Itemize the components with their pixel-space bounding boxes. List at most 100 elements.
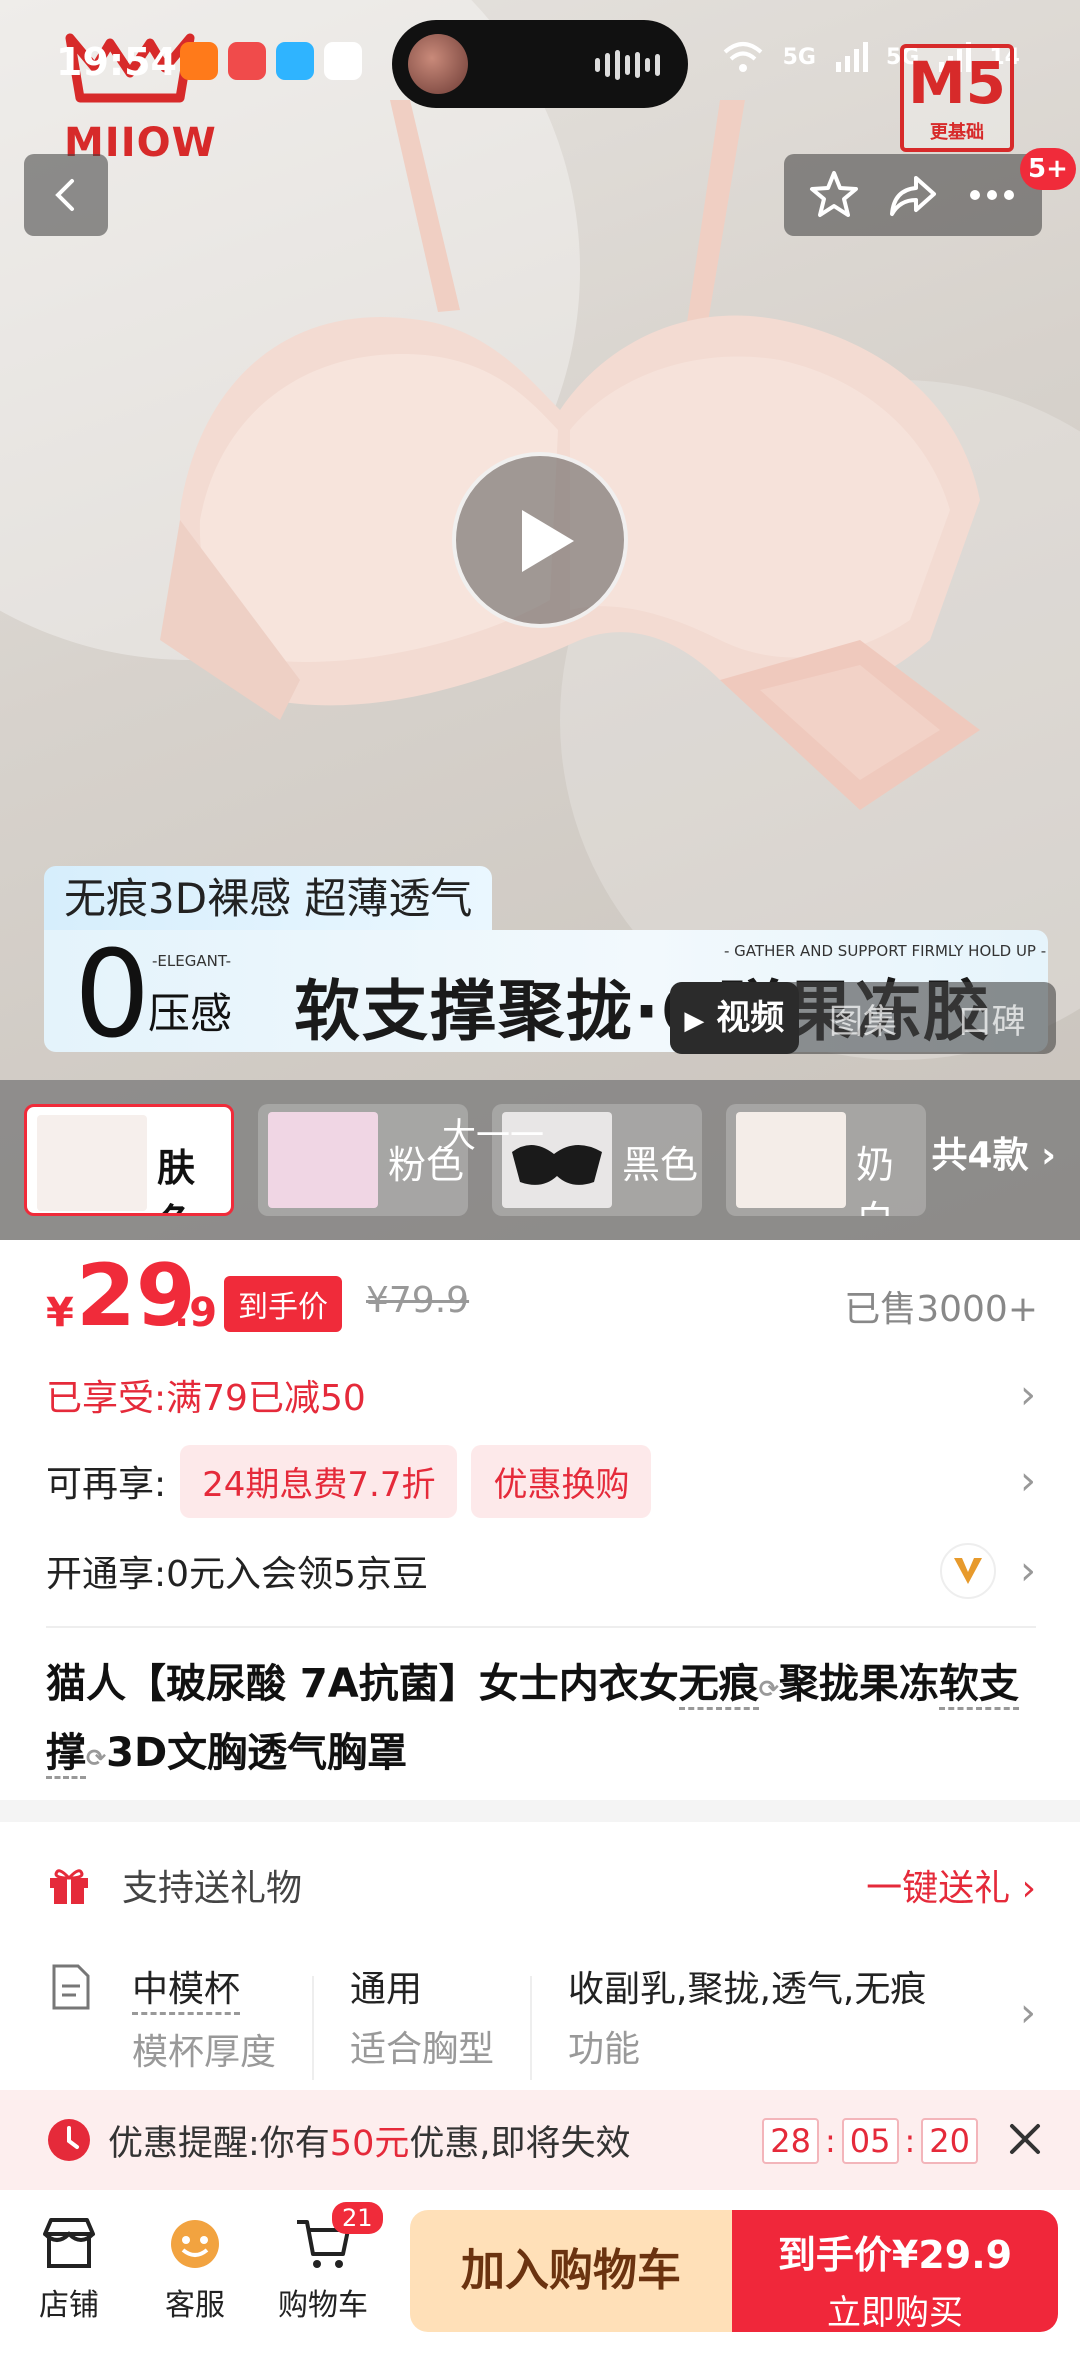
tab-video-label: 视频 [716, 998, 785, 1038]
product-page: MIIOW 19:54 5G 5G 14 M5 更基础 5+ 无痕3D裸感 超薄… [0, 0, 1080, 2376]
open-value: 0元入会领5京豆 [166, 1554, 428, 1595]
enjoyed-label: 已享受: [46, 1378, 167, 1419]
sold-count: 已售3000+ [844, 1289, 1038, 1330]
title-part: 猫人【玻尿酸 7A抗菌】女士内衣女 [46, 1661, 679, 1707]
app-notification-icon [324, 42, 362, 80]
banner-pressure: 压感 [148, 989, 233, 1038]
variant-label: 奶白色 [856, 1143, 895, 1216]
spec-divider [312, 1976, 314, 2080]
variant-thumbnail [736, 1112, 846, 1208]
more-icon[interactable] [965, 168, 1019, 222]
product-hero-image[interactable]: MIIOW 19:54 5G 5G 14 M5 更基础 5+ 无痕3D裸感 超薄… [0, 0, 1080, 1240]
spec-row[interactable]: 中模杯 模杯厚度 通用 适合胸型 收副乳,聚拢,透气,无痕 功能 › [46, 1960, 1036, 2090]
audio-wave-icon [595, 50, 660, 80]
discount-enjoyed-row[interactable]: 已享受: 满79已减50 › [46, 1360, 1036, 1430]
title-part: 聚拢果冻 [778, 1661, 939, 1707]
spec-features: 收副乳,聚拢,透气,无痕 功能 [568, 1960, 926, 2072]
cart-label: 购物车 [278, 2288, 368, 2323]
gift-row[interactable]: 支持送礼物 一键送礼 › [46, 1850, 1036, 1920]
variant-ivory[interactable]: 奶白色 [726, 1104, 926, 1216]
price-currency: ¥ [46, 1290, 74, 1336]
more-label: 可再享: [46, 1464, 167, 1505]
customer-service-button[interactable]: 客服 [140, 2216, 250, 2324]
share-icon[interactable] [886, 168, 940, 222]
chevron-left-icon [55, 179, 74, 211]
back-button[interactable] [24, 154, 108, 236]
close-icon[interactable] [1004, 2118, 1046, 2160]
final-price-tag: 到手价 [224, 1276, 342, 1332]
send-gift-label: 一键送礼 [866, 1868, 1011, 1909]
wifi-icon [723, 42, 762, 72]
search-small-icon: ⟳ [86, 1744, 107, 1772]
document-icon [52, 1964, 90, 2010]
spec-key: 功能 [568, 2029, 641, 2070]
play-icon [522, 510, 574, 572]
variant-label: 黑色 [622, 1143, 699, 1187]
timer-hours: 28 [762, 2118, 819, 2164]
variant-pink[interactable]: 粉色 [258, 1104, 468, 1216]
store-label: 店铺 [39, 2288, 99, 2323]
chevron-right-icon: › [1041, 1135, 1056, 1176]
membership-row[interactable]: 开通享: 0元入会领5京豆 › [46, 1536, 1036, 1606]
island-thumbnail [408, 34, 468, 94]
chevron-right-icon: › [1020, 1458, 1036, 1504]
promo-reminder-bar[interactable]: 优惠提醒:你有50元优惠,即将失效 28: 05: 20 [0, 2090, 1080, 2190]
tab-reviews[interactable]: 口碑 [927, 994, 1056, 1043]
title-part: 3D文胸透气胸罩 [106, 1730, 408, 1776]
spec-cup-thickness: 中模杯 模杯厚度 [132, 1960, 276, 2075]
m5-badge-subtitle: 更基础 [930, 122, 984, 143]
store-icon [43, 2218, 95, 2268]
buy-price-label: 到手价¥29.9 [777, 2233, 1013, 2277]
play-video-button[interactable] [452, 452, 628, 628]
add-to-cart-button[interactable]: 加入购物车 [410, 2210, 732, 2332]
cart-count-badge: 21 [332, 2202, 383, 2234]
variant-count-link[interactable]: 共4款 › [932, 1126, 1056, 1178]
send-gift-link[interactable]: 一键送礼 › [866, 1859, 1036, 1911]
favorite-star-icon[interactable] [807, 168, 861, 222]
chevron-right-icon: › [1020, 1372, 1036, 1418]
variant-skin[interactable]: 肤色 [24, 1104, 234, 1216]
bottom-action-bar: 店铺 客服 21 购物车 加入购物车 到手价¥29.9 立即购买 [0, 2190, 1080, 2376]
customer-service-icon [171, 2220, 219, 2268]
app-notification-icon [180, 42, 218, 80]
store-button[interactable]: 店铺 [14, 2216, 124, 2324]
dynamic-island[interactable] [392, 20, 688, 108]
variant-label: 肤色 [157, 1146, 196, 1213]
price-decimal: .9 [174, 1290, 218, 1336]
promo-suffix: 优惠,即将失效 [409, 2123, 631, 2164]
buy-now-button[interactable]: 到手价¥29.9 立即购买 [732, 2210, 1058, 2333]
title-keyword-link[interactable]: 无痕 [678, 1661, 759, 1710]
countdown-timer: 28: 05: 20 [762, 2118, 978, 2164]
banner-zero: 0 [74, 926, 151, 1065]
chevron-right-icon: › [1021, 1868, 1036, 1909]
variant-overlay-text: 大一一 [442, 1116, 544, 1156]
banner-elegant: -ELEGANT- [152, 952, 232, 970]
chevron-right-icon: › [1020, 1990, 1036, 2036]
spec-value: 中模杯 [132, 1960, 241, 2015]
variant-thumbnail [37, 1115, 147, 1211]
vip-v-icon [940, 1543, 996, 1599]
m5-series-badge: M5 更基础 [900, 44, 1014, 152]
gift-label: 支持送礼物 [122, 1868, 303, 1909]
enjoyed-value: 满79已减50 [166, 1378, 366, 1419]
installment-pill[interactable]: 24期息费7.7折 [180, 1444, 458, 1518]
tab-gallery[interactable]: 图集 [799, 994, 928, 1043]
signal-5g-label: 5G [782, 44, 816, 70]
top-action-group [784, 154, 1042, 236]
spec-fit-shape: 通用 适合胸型 [350, 1960, 494, 2072]
original-price: ¥79.9 [366, 1280, 470, 1321]
promo-amount: 50元 [329, 2123, 410, 2164]
section-divider [46, 1626, 1036, 1628]
timer-minutes: 05 [841, 2118, 899, 2164]
trade-in-pill[interactable]: 优惠换购 [471, 1444, 652, 1518]
spec-value: 通用 [350, 1969, 423, 2010]
app-notification-icon [228, 42, 266, 80]
promo-prefix: 优惠提醒:你有 [108, 2123, 330, 2164]
tab-video[interactable]: ▶ 视频 [670, 982, 799, 1054]
play-small-icon: ▶ [684, 1006, 705, 1036]
clock-icon [48, 2119, 90, 2161]
more-offers-row[interactable]: 可再享: 24期息费7.7折 优惠换购 › [46, 1444, 1036, 1518]
cart-button[interactable]: 21 购物车 [268, 2202, 383, 2324]
app-notification-icon [276, 42, 314, 80]
hero-banner-tagline: 无痕3D裸感 超薄透气 [44, 866, 493, 932]
